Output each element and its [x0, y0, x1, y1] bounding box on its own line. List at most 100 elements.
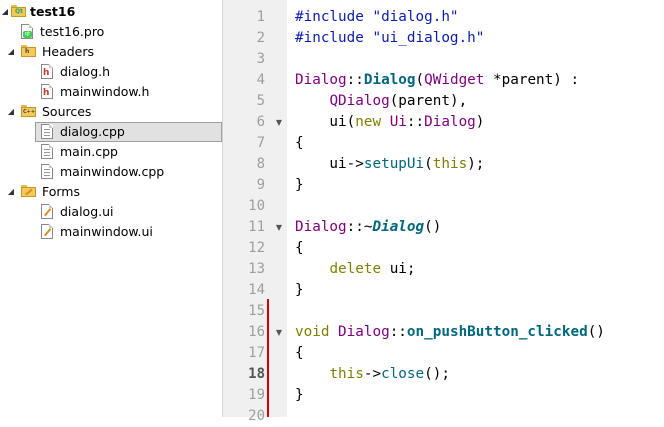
code-line[interactable]: {: [295, 133, 304, 154]
tree-item-label: Sources: [42, 104, 92, 119]
tree-item-project[interactable]: ◢ Qt test16: [0, 2, 222, 22]
line-number: 5: [256, 93, 265, 109]
headers-folder-icon: h: [21, 45, 36, 57]
code-token: {: [295, 135, 304, 151]
source-file-icon: [41, 164, 53, 179]
tree-item-sources-folder[interactable]: ◢ C++ Sources: [0, 102, 222, 122]
tree-item-label: Forms: [42, 184, 81, 199]
collapse-arrow-icon[interactable]: ◢: [6, 102, 16, 122]
code-token: ui(: [295, 114, 356, 130]
code-line[interactable]: }: [295, 175, 304, 196]
line-number: 10: [248, 198, 265, 214]
line-number: 2: [256, 30, 265, 46]
code-token: (): [424, 219, 442, 235]
line-number: 9: [256, 177, 265, 193]
code-token: "ui_dialog.h": [372, 30, 485, 46]
code-token: ): [475, 114, 485, 130]
tree-item-label: mainwindow.cpp: [60, 164, 165, 179]
tree-item-label: test16.pro: [40, 24, 105, 39]
code-token: ui->: [295, 156, 364, 172]
line-number: 7: [256, 135, 265, 151]
code-token: ::: [389, 324, 407, 340]
tree-item-label: mainwindow.ui: [60, 224, 153, 239]
code-token: }: [295, 177, 304, 193]
code-editor[interactable]: 1 2 3 4 5 6 ▼ 7 8 9 10 11 ▼ 12 13 14 15 16 ▼ 17 18 19 20 #incl…: [223, 0, 664, 424]
code-line[interactable]: {: [295, 238, 304, 259]
fold-arrow-icon[interactable]: ▼: [274, 112, 284, 133]
tree-item-dialog-ui[interactable]: dialog.ui: [0, 202, 222, 222]
code-line[interactable]: delete ui;: [295, 259, 415, 280]
tree-item-pro-file[interactable]: qt test16.pro: [0, 22, 222, 42]
fold-arrow-icon[interactable]: ▼: [274, 322, 284, 343]
collapse-arrow-icon[interactable]: ◢: [6, 182, 16, 202]
line-number: 11: [248, 219, 265, 235]
collapse-arrow-icon[interactable]: ◢: [0, 2, 10, 22]
line-number: 14: [248, 282, 265, 298]
code-line[interactable]: ui->setupUi(this);: [295, 154, 484, 175]
code-token: Dialog: [424, 114, 476, 130]
code-token: {: [295, 345, 304, 361]
code-line[interactable]: Dialog::~Dialog(): [295, 217, 441, 238]
code-line[interactable]: Dialog::Dialog(QWidget *parent) :: [295, 70, 579, 91]
tree-item-headers-folder[interactable]: ◢ h Headers: [0, 42, 222, 62]
code-token: setupUi: [363, 156, 425, 172]
tree-item-mainwindow-ui[interactable]: mainwindow.ui: [0, 222, 222, 242]
code-line[interactable]: #include "ui_dialog.h": [295, 28, 484, 49]
sources-folder-icon: C++: [21, 105, 36, 117]
tree-item-forms-folder[interactable]: ◢ Forms: [0, 182, 222, 202]
project-tree[interactable]: ◢ Qt test16 qt test16.pro ◢ h Headers h …: [0, 0, 223, 417]
line-number: 18: [248, 366, 265, 382]
tree-item-mainwindow-h[interactable]: h mainwindow.h: [0, 82, 222, 102]
code-token: {: [295, 240, 304, 256]
pro-file-icon: qt: [21, 24, 33, 39]
code-token: (: [424, 156, 433, 172]
code-token: Dialog: [338, 324, 390, 340]
code-token: QWidget: [424, 72, 485, 88]
line-number: 1: [256, 9, 265, 25]
code-line[interactable]: }: [295, 385, 304, 406]
fold-arrow-icon[interactable]: ▼: [274, 217, 284, 238]
code-line[interactable]: #include "dialog.h": [295, 7, 459, 28]
code-line[interactable]: this->close();: [295, 364, 450, 385]
code-line[interactable]: ui(new Ui::Dialog): [295, 112, 484, 133]
code-token: }: [295, 387, 304, 403]
tree-item-label: Headers: [42, 44, 95, 59]
tree-item-dialog-cpp[interactable]: dialog.cpp: [35, 122, 222, 142]
code-line[interactable]: {: [295, 343, 304, 364]
line-number: 13: [248, 261, 265, 277]
header-file-icon: h: [41, 84, 53, 99]
project-folder-icon: Qt: [11, 5, 26, 17]
code-token: ();: [424, 366, 450, 382]
source-file-icon: [41, 144, 53, 159]
tree-item-label: main.cpp: [60, 144, 118, 159]
code-token: (parent),: [389, 93, 468, 109]
tree-item-label: dialog.h: [60, 64, 111, 79]
line-number: 17: [248, 345, 265, 361]
code-token: void: [295, 324, 330, 340]
tree-item-mainwindow-cpp[interactable]: mainwindow.cpp: [0, 162, 222, 182]
code-token: #include: [295, 9, 373, 25]
line-number-gutter[interactable]: 1 2 3 4 5 6 ▼ 7 8 9 10 11 ▼ 12 13 14 15 16 ▼ 17 18 19 20: [223, 0, 287, 424]
tree-item-main-cpp[interactable]: main.cpp: [0, 142, 222, 162]
tree-item-label: mainwindow.h: [60, 84, 150, 99]
tree-item-label: test16: [30, 4, 76, 19]
code-token: Dialog: [295, 72, 347, 88]
code-token: this: [329, 366, 364, 382]
code-token: ::: [406, 114, 425, 130]
code-token: (): [587, 324, 605, 340]
code-line[interactable]: }: [295, 280, 304, 301]
tree-item-dialog-h[interactable]: h dialog.h: [0, 62, 222, 82]
code-line[interactable]: QDialog(parent),: [295, 91, 467, 112]
line-number: 8: [256, 156, 265, 172]
forms-folder-icon: [21, 185, 36, 197]
collapse-arrow-icon[interactable]: ◢: [6, 42, 16, 62]
code-token: "dialog.h": [372, 9, 459, 25]
line-number: 15: [248, 303, 265, 319]
code-token: #include: [295, 30, 373, 46]
code-line[interactable]: void Dialog::on_pushButton_clicked(): [295, 322, 605, 343]
